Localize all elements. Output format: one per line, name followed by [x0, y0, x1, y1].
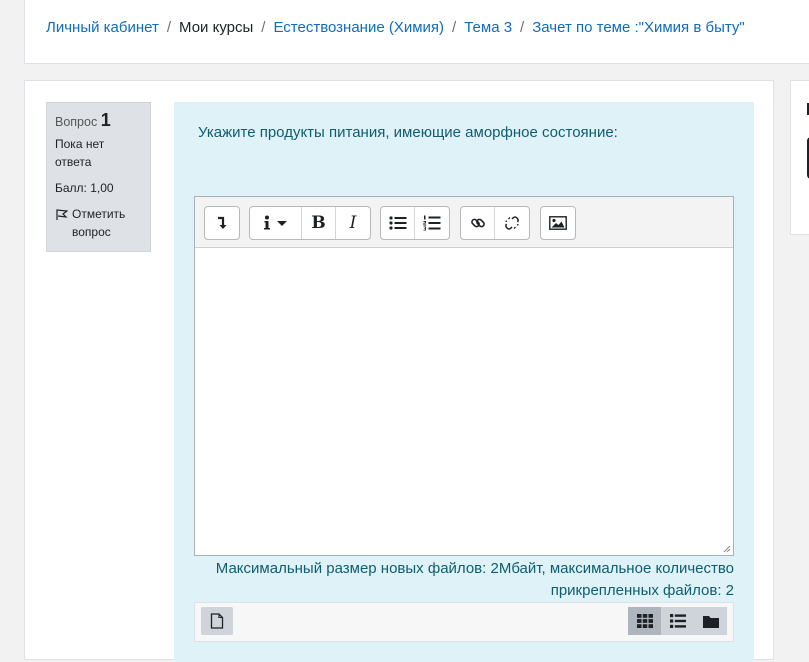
breadcrumb-item-topic[interactable]: Тема 3 [464, 19, 512, 36]
question-number: Вопрос 1 [55, 111, 142, 131]
image-icon [549, 216, 567, 230]
resize-handle-icon[interactable] [723, 545, 731, 553]
breadcrumb: Личный кабинет / Мои курсы / Естествозна… [46, 19, 745, 36]
view-switcher [628, 607, 727, 635]
file-upload-info: Максимальный размер новых файлов: 2Мбайт… [215, 560, 734, 599]
flag-question-button[interactable]: Отметить вопрос [55, 205, 142, 241]
bold-button[interactable]: B [302, 207, 336, 239]
italic-icon: I [349, 213, 357, 233]
unordered-list-icon [388, 216, 406, 230]
toolbar-group-links [460, 206, 530, 240]
breadcrumb-separator: / [452, 19, 457, 36]
breadcrumb-item-my-courses: Мои курсы [179, 19, 254, 36]
ordered-list-icon [423, 215, 441, 231]
toolbar-group-lists [380, 206, 450, 240]
image-button[interactable] [541, 207, 575, 239]
ordered-list-button[interactable] [415, 207, 449, 239]
file-manager [194, 602, 734, 642]
folder-view-button[interactable] [694, 607, 727, 635]
add-file-icon [210, 613, 224, 629]
italic-button[interactable]: I [336, 207, 370, 239]
bold-icon: B [311, 213, 326, 233]
breadcrumb-separator: / [520, 19, 525, 36]
list-view-icon [669, 614, 686, 628]
toolbar-toggle-button[interactable] [205, 207, 239, 239]
question-status: Пока нет ответа [55, 137, 105, 169]
breadcrumb-item-quiz[interactable]: Зачет по теме :"Химия в быту" [532, 19, 745, 36]
unlink-icon [505, 216, 519, 230]
add-file-button[interactable] [201, 607, 233, 635]
flag-icon [56, 209, 68, 220]
toolbar-group-toggle [204, 206, 240, 240]
question-info: Вопрос 1 Пока нет ответа Балл: 1,00 Отме… [46, 102, 151, 252]
toolbar-toggle-icon [218, 216, 227, 229]
question-content: Укажите продукты питания, имеющие аморфн… [174, 102, 754, 662]
breadcrumb-separator: / [166, 19, 172, 36]
answer-editor: B I [194, 196, 734, 556]
info-dropdown-icon [263, 215, 287, 230]
breadcrumb-separator: / [261, 19, 266, 36]
folder-view-icon [702, 615, 719, 628]
grid-view-button[interactable] [628, 607, 661, 635]
grid-view-icon [636, 614, 653, 628]
editor-text-area[interactable] [195, 248, 733, 555]
breadcrumb-item-course[interactable]: Естествознание (Химия) [273, 19, 444, 36]
breadcrumb-item-dashboard[interactable]: Личный кабинет [46, 19, 159, 36]
list-view-button[interactable] [661, 607, 694, 635]
toolbar-group-style: B I [249, 206, 371, 240]
link-button[interactable] [461, 207, 495, 239]
link-icon [470, 218, 485, 228]
question-text: Укажите продукты питания, имеющие аморфн… [198, 124, 618, 141]
unlink-button[interactable] [495, 207, 529, 239]
editor-toolbar: B I [195, 197, 733, 248]
toolbar-group-media [540, 206, 576, 240]
question-word: Вопрос [55, 115, 98, 129]
paragraph-style-button[interactable] [250, 207, 302, 239]
unordered-list-button[interactable] [381, 207, 415, 239]
quiz-navigation-panel: : [790, 80, 809, 235]
flag-question-label: Отметить вопрос [72, 207, 126, 239]
question-grade: Балл: 1,00 [55, 181, 114, 195]
question-number-value: 1 [100, 110, 111, 130]
